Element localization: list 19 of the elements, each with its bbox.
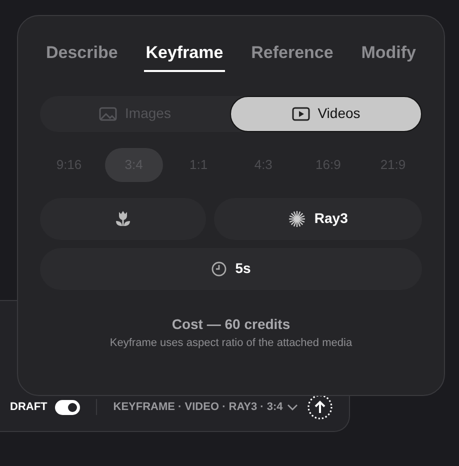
tab[interactable]: Describe — [44, 36, 120, 72]
clock-icon — [211, 260, 228, 276]
play-icon — [292, 106, 310, 120]
chevron-down-icon — [286, 404, 298, 410]
tab[interactable]: Modify — [359, 36, 418, 72]
info-text: Keyframe uses aspect ratio of the attached media — [108, 336, 354, 350]
media-option[interactable]: Videos — [230, 96, 422, 132]
flower-icon — [114, 210, 132, 228]
model-button[interactable]: Ray3 — [214, 198, 422, 240]
settings-summary-dropdown[interactable]: KEYFRAME · VIDEO · RAY3 · 3:4 — [113, 398, 298, 416]
image-icon — [99, 106, 118, 120]
cost-text: Cost — 60 credits — [170, 314, 292, 334]
upload-button[interactable] — [307, 394, 333, 420]
draft-toggle[interactable] — [55, 400, 80, 414]
draft-label: DRAFT — [10, 400, 48, 415]
tab[interactable]: Keyframe — [144, 36, 226, 72]
starburst-icon — [288, 210, 306, 228]
tab[interactable]: Reference — [249, 36, 336, 72]
duration-button[interactable]: 5s — [40, 248, 422, 290]
